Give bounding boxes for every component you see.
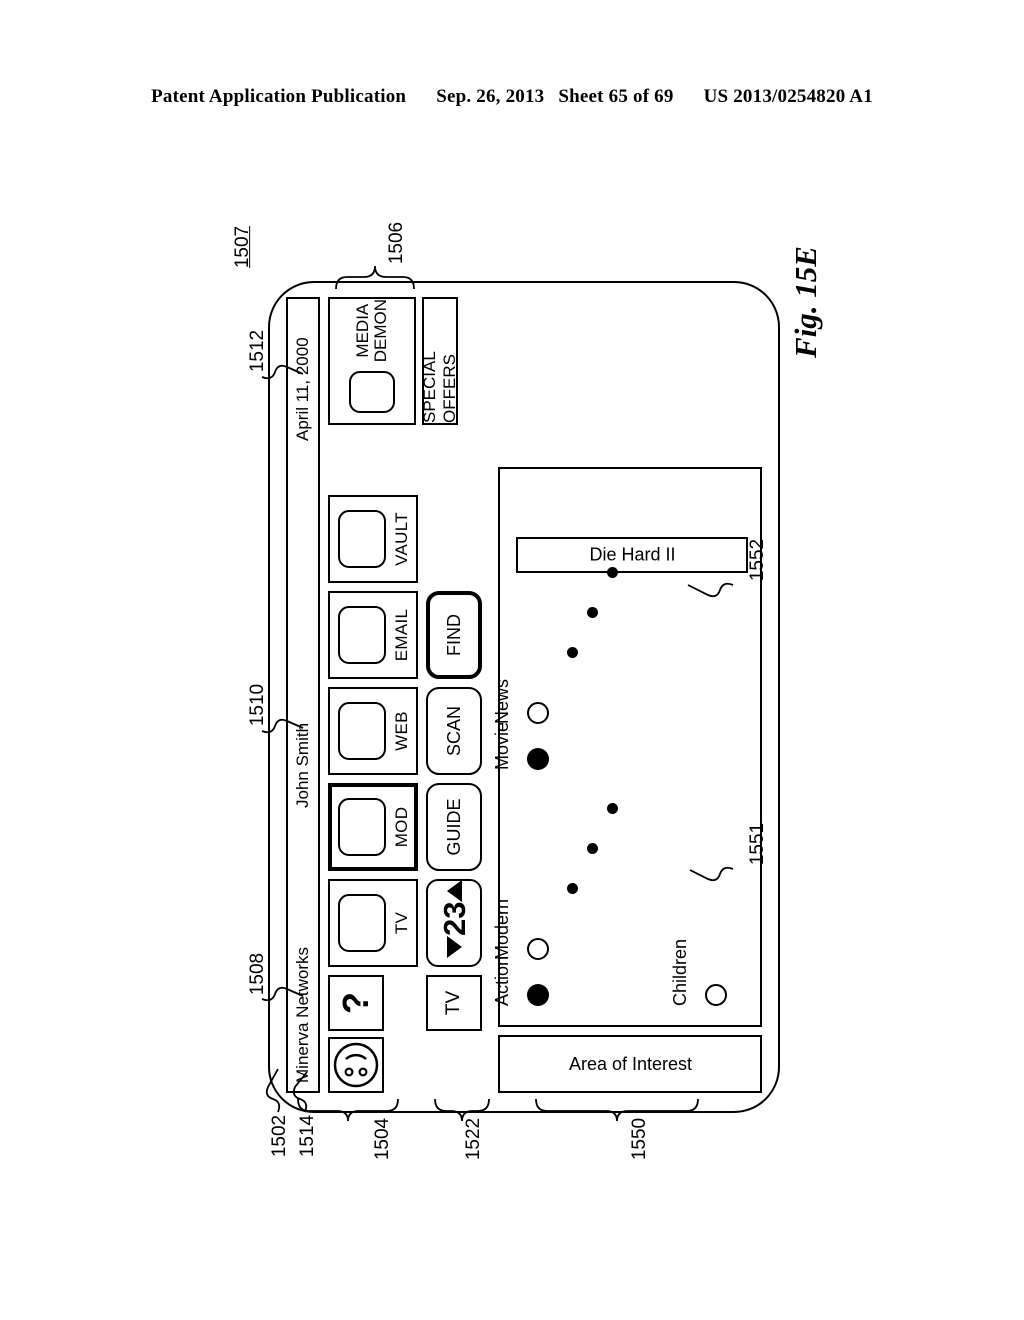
plot-marker-label: Movie	[492, 721, 512, 770]
screen-icon	[349, 371, 395, 413]
plot-marker-label: Children	[670, 938, 690, 1006]
special-offers-label: SPECIAL OFFERS	[420, 351, 459, 423]
guide-button[interactable]: GUIDE	[426, 783, 482, 871]
tile-label: EMAIL	[392, 608, 411, 662]
launcher-tile-mod[interactable]: MOD	[328, 783, 418, 871]
area-of-interest-tab[interactable]: Area of Interest	[498, 1035, 762, 1093]
channel-number: 23	[436, 901, 472, 936]
plot-marker[interactable]	[527, 748, 549, 770]
button-label: SCAN	[443, 706, 464, 757]
plot-marker[interactable]	[586, 607, 598, 619]
tv-label: TV	[443, 990, 464, 1016]
brand-label: Minerva Networks	[293, 946, 312, 1083]
launcher-tile-email[interactable]: EMAIL	[328, 591, 418, 679]
ref-1506: 1506	[386, 221, 408, 265]
plot-marker[interactable]	[606, 803, 618, 815]
plot-marker-label: News	[492, 678, 512, 724]
ref-1514: 1514	[297, 1114, 319, 1158]
page-header: Patent Application Publication Sep. 26, 2…	[0, 86, 1024, 108]
media-demon-label: MEDIA DEMON	[353, 299, 390, 363]
plot-marker[interactable]	[527, 938, 549, 960]
header-patent-number: US 2013/0254820 A1	[703, 86, 873, 107]
header-sheet: Sheet 65 of 69	[558, 86, 674, 107]
selection-label: Die Hard II	[588, 544, 676, 565]
launcher-tile-vault[interactable]: VAULT	[328, 495, 418, 583]
plot-marker-label: Modern	[492, 898, 512, 960]
ref-1522: 1522	[463, 1117, 485, 1161]
smiley-face-icon[interactable]	[328, 1037, 384, 1093]
triangle-up-icon[interactable]	[446, 879, 462, 902]
special-offers-button[interactable]: SPECIAL OFFERS	[420, 297, 459, 425]
ref-1507: 1507	[232, 225, 254, 269]
selection-box[interactable]: Die Hard II	[516, 537, 748, 573]
plot-marker[interactable]	[566, 883, 578, 895]
user-label: John Smith	[293, 722, 312, 808]
screen-icon	[338, 702, 386, 760]
triangle-down-icon[interactable]	[446, 936, 462, 958]
ref-1512: 1512	[247, 329, 269, 373]
scan-button[interactable]: SCAN	[426, 687, 482, 775]
header-date: Sep. 26, 2013	[436, 86, 545, 107]
ref-1504: 1504	[372, 1117, 394, 1161]
launcher-tile-web[interactable]: WEB	[328, 687, 418, 775]
date-label: April 11, 2000	[293, 337, 312, 441]
plot-marker[interactable]	[527, 702, 549, 724]
device-ui-stage: Minerva Networks John Smith April 11, 20…	[268, 273, 788, 1113]
media-demon-button[interactable]: MEDIA DEMON	[328, 297, 416, 425]
channel-stepper[interactable]: 23	[426, 879, 482, 967]
plot-marker[interactable]	[566, 647, 578, 659]
plot-marker[interactable]	[705, 984, 727, 1006]
ref-1508: 1508	[247, 952, 269, 996]
tile-label: WEB	[392, 711, 411, 751]
status-bar: Minerva Networks John Smith April 11, 20…	[286, 297, 320, 1093]
screen-icon	[338, 606, 386, 664]
button-label: GUIDE	[443, 798, 464, 856]
screen-icon	[338, 894, 386, 952]
plot-marker[interactable]	[527, 984, 549, 1006]
plot-marker-label: Action	[492, 955, 512, 1006]
tile-label: VAULT	[392, 512, 411, 566]
screen-icon	[338, 510, 386, 568]
button-label: FIND	[443, 614, 464, 656]
find-button[interactable]: FIND	[426, 591, 482, 679]
device-bezel: Minerva Networks John Smith April 11, 20…	[268, 281, 780, 1113]
screen-icon	[338, 798, 386, 856]
help-label: ?	[335, 992, 376, 1014]
header-publication: Patent Application Publication	[151, 86, 407, 107]
ref-1510: 1510	[247, 683, 269, 727]
ref-1552: 1552	[747, 538, 769, 582]
tv-indicator[interactable]: TV	[426, 975, 482, 1031]
area-of-interest-plot[interactable]: Action Modern Children Movie News Die Hard I…	[492, 467, 762, 1027]
help-button[interactable]: ?	[328, 975, 384, 1031]
launcher-tile-tv[interactable]: TV	[328, 879, 418, 967]
tile-label: MOD	[392, 806, 411, 848]
ref-1550: 1550	[629, 1117, 651, 1161]
plot-marker[interactable]	[586, 843, 598, 855]
tile-label: TV	[392, 911, 411, 935]
ref-1551: 1551	[747, 822, 769, 866]
